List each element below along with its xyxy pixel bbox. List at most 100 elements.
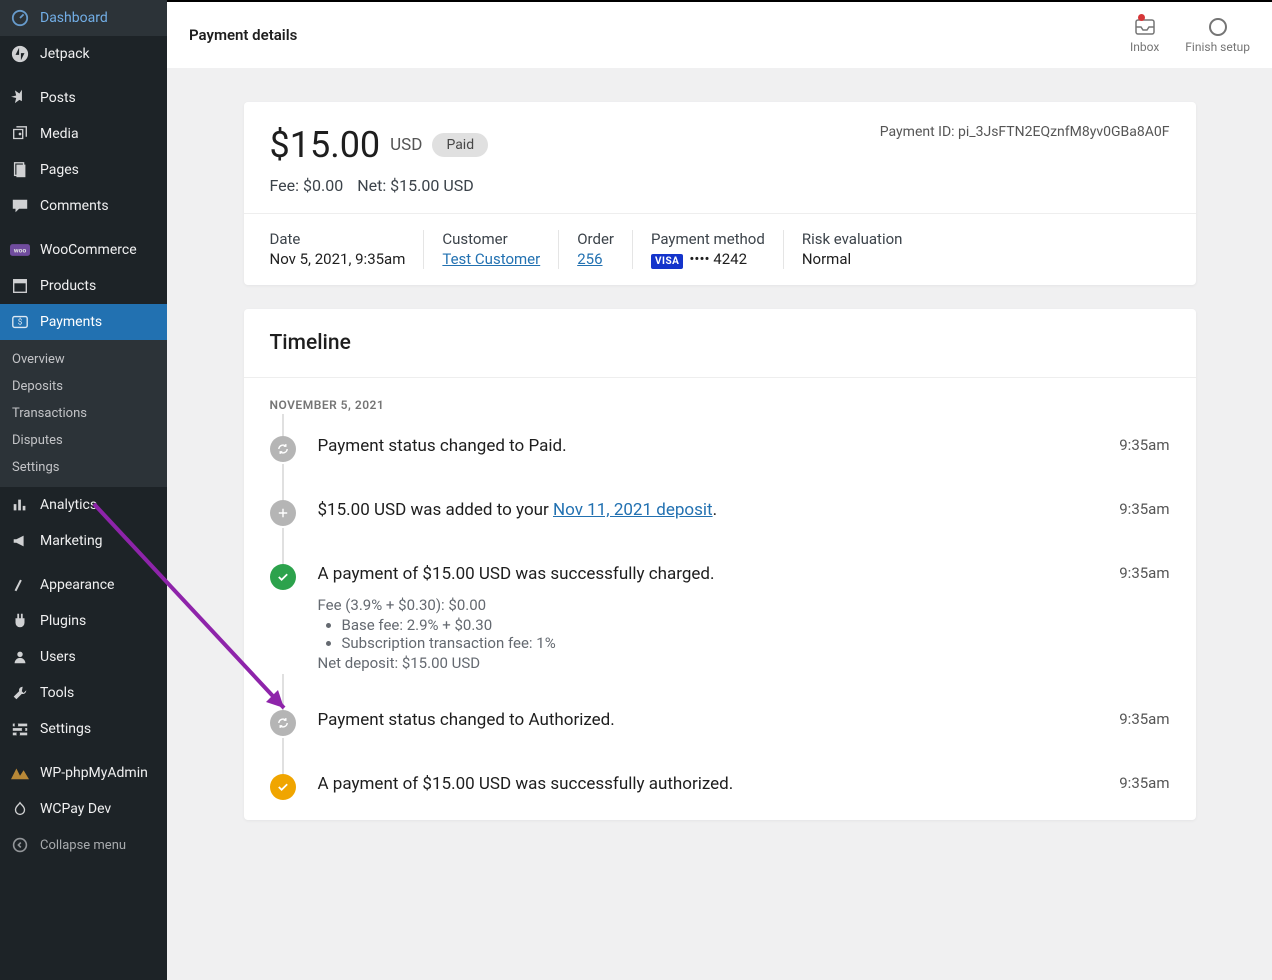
timeline-check-orange-icon	[270, 774, 296, 800]
svg-text:woo: woo	[14, 247, 27, 255]
finish-label: Finish setup	[1185, 40, 1250, 54]
timeline-event: Payment status changed to Paid.9:35am	[270, 436, 1170, 500]
collapse-label: Collapse menu	[40, 838, 126, 853]
sidebar-item-users[interactable]: Users	[0, 639, 167, 675]
net-text: Net: $15.00 USD	[357, 176, 474, 195]
pages-icon	[10, 160, 30, 180]
pin-icon	[10, 88, 30, 108]
customer-label: Customer	[442, 230, 540, 248]
timeline-text: A payment of $15.00 USD was successfully…	[318, 774, 1098, 794]
timeline-time: 9:35am	[1119, 710, 1169, 728]
jetpack-icon	[10, 44, 30, 64]
timeline-sync-icon	[270, 710, 296, 736]
timeline-event: $15.00 USD was added to your Nov 11, 202…	[270, 500, 1170, 564]
sidebar-item-pages[interactable]: Pages	[0, 152, 167, 188]
plugins-icon	[10, 611, 30, 631]
sidebar-subitem-disputes[interactable]: Disputes	[0, 427, 167, 454]
sidebar-item-posts[interactable]: Posts	[0, 80, 167, 116]
sidebar-item-jetpack[interactable]: Jetpack	[0, 36, 167, 72]
sidebar-item-label: Settings	[40, 721, 91, 737]
timeline-time: 9:35am	[1119, 500, 1169, 518]
sidebar-item-dashboard[interactable]: Dashboard	[0, 0, 167, 36]
finish-setup-button[interactable]: Finish setup	[1185, 16, 1250, 54]
sidebar-subitem-settings[interactable]: Settings	[0, 454, 167, 481]
timeline-text: $15.00 USD was added to your Nov 11, 202…	[318, 500, 1098, 520]
timeline-sync-icon	[270, 436, 296, 462]
payment-id: Payment ID: pi_3JsFTN2EQznfM8yv0GBa8A0F	[880, 124, 1170, 140]
svg-text:$: $	[18, 317, 23, 327]
timeline-event: A payment of $15.00 USD was successfully…	[270, 774, 1170, 800]
admin-sidebar: Dashboard Jetpack Posts Media Pages Comments w…	[0, 0, 167, 980]
deposit-link[interactable]: Nov 11, 2021 deposit	[553, 500, 713, 520]
comments-icon	[10, 196, 30, 216]
timeline-card: Timeline NOVEMBER 5, 2021 Payment status…	[244, 309, 1196, 820]
sidebar-item-marketing[interactable]: Marketing	[0, 523, 167, 559]
collapse-icon	[10, 835, 30, 855]
date-label: Date	[270, 230, 406, 248]
sidebar-item-plugins[interactable]: Plugins	[0, 603, 167, 639]
circle-icon	[1207, 16, 1229, 38]
inbox-button[interactable]: Inbox	[1130, 16, 1159, 54]
fee-breakdown: Fee (3.9% + $0.30): $0.00Base fee: 2.9% …	[318, 596, 1098, 672]
sidebar-item-label: Appearance	[40, 577, 114, 593]
sidebar-subitem-deposits[interactable]: Deposits	[0, 373, 167, 400]
sidebar-item-label: Pages	[40, 162, 79, 178]
sidebar-item-settings[interactable]: Settings	[0, 711, 167, 747]
sidebar-item-wp-phpmyadmin[interactable]: WP-phpMyAdmin	[0, 755, 167, 791]
sidebar-item-products[interactable]: Products	[0, 268, 167, 304]
sidebar-item-label: WCPay Dev	[40, 801, 111, 817]
timeline-event: Payment status changed to Authorized.9:3…	[270, 710, 1170, 774]
visa-badge: VISA	[651, 254, 683, 269]
payment-currency: USD	[390, 135, 422, 155]
woo-icon: woo	[10, 240, 30, 260]
appearance-icon	[10, 575, 30, 595]
sidebar-item-payments[interactable]: $ Payments	[0, 304, 167, 340]
inbox-icon	[1134, 16, 1156, 38]
timeline-plus-icon	[270, 500, 296, 526]
products-icon	[10, 276, 30, 296]
sidebar-subitem-transactions[interactable]: Transactions	[0, 400, 167, 427]
analytics-icon	[10, 495, 30, 515]
tools-icon	[10, 683, 30, 703]
risk-label: Risk evaluation	[802, 230, 903, 248]
sidebar-item-tools[interactable]: Tools	[0, 675, 167, 711]
sidebar-item-label: Users	[40, 649, 76, 665]
sidebar-item-comments[interactable]: Comments	[0, 188, 167, 224]
timeline-event: A payment of $15.00 USD was successfully…	[270, 564, 1170, 710]
pm-value: VISA•••• 4242	[651, 250, 765, 269]
timeline-heading: Timeline	[244, 309, 1196, 378]
date-value: Nov 5, 2021, 9:35am	[270, 250, 406, 268]
inbox-label: Inbox	[1130, 40, 1159, 54]
sidebar-item-media[interactable]: Media	[0, 116, 167, 152]
phpmyadmin-icon	[10, 763, 30, 783]
timeline-time: 9:35am	[1119, 774, 1169, 792]
order-link[interactable]: 256	[577, 250, 602, 268]
sidebar-item-label: Payments	[40, 314, 102, 330]
sidebar-subitem-overview[interactable]: Overview	[0, 346, 167, 373]
sidebar-item-label: Posts	[40, 90, 76, 106]
payments-icon: $	[10, 312, 30, 332]
users-icon	[10, 647, 30, 667]
timeline-time: 9:35am	[1119, 564, 1169, 582]
sidebar-item-analytics[interactable]: Analytics	[0, 487, 167, 523]
sidebar-item-label: Marketing	[40, 533, 103, 549]
fee-text: Fee: $0.00	[270, 176, 344, 195]
status-badge: Paid	[432, 133, 488, 157]
sidebar-item-label: Media	[40, 126, 79, 142]
sidebar-item-label: WP-phpMyAdmin	[40, 765, 148, 781]
customer-link[interactable]: Test Customer	[442, 250, 540, 268]
sidebar-item-woocommerce[interactable]: woo WooCommerce	[0, 232, 167, 268]
wcpay-icon	[10, 799, 30, 819]
collapse-menu[interactable]: Collapse menu	[0, 827, 167, 863]
sidebar-item-label: Jetpack	[40, 46, 90, 62]
sidebar-item-label: WooCommerce	[40, 242, 137, 258]
pm-label: Payment method	[651, 230, 765, 248]
timeline-time: 9:35am	[1119, 436, 1169, 454]
sidebar-item-wcpay-dev[interactable]: WCPay Dev	[0, 791, 167, 827]
sidebar-item-appearance[interactable]: Appearance	[0, 567, 167, 603]
sidebar-item-label: Tools	[40, 685, 74, 701]
sidebar-item-label: Products	[40, 278, 96, 294]
sidebar-item-label: Analytics	[40, 497, 97, 513]
topbar: Payment details Inbox Finish setup	[167, 0, 1272, 68]
timeline-check-icon	[270, 564, 296, 590]
